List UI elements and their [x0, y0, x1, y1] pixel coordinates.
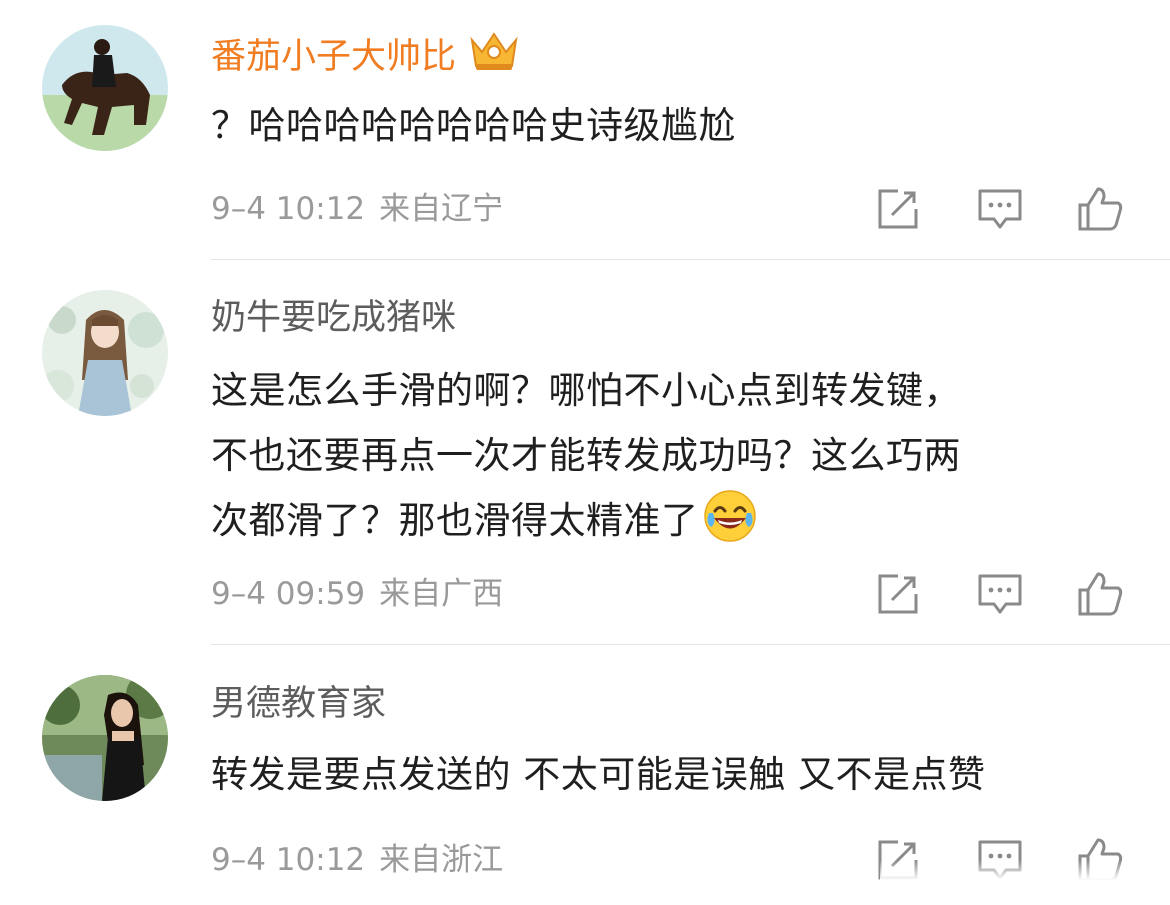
bottom-fade [880, 860, 1170, 905]
laughing-crying-emoji-icon [703, 489, 757, 563]
username-text[interactable]: 番茄小子大帅比 [211, 37, 456, 77]
repost-icon[interactable] [874, 570, 922, 618]
comment-icon[interactable] [976, 570, 1024, 618]
comment-text-line-content: 次都滑了？那也滑得太精准了 [211, 499, 699, 542]
divider [211, 644, 1170, 645]
comment-text: ？哈哈哈哈哈哈哈哈史诗级尴尬 [211, 104, 736, 147]
username[interactable]: 番茄小子大帅比 [211, 30, 520, 83]
comment-text-line: 次都滑了？那也滑得太精准了 [211, 488, 1141, 563]
action-bar [0, 570, 1170, 618]
like-icon[interactable] [1076, 185, 1124, 233]
vip-crown-icon [468, 30, 520, 83]
comment-text-line: 不也还要再点一次才能转发成功吗？这么巧两 [211, 434, 961, 477]
comment-text: 转发是要点发送的 不太可能是误触 又不是点赞 [211, 753, 986, 796]
username[interactable]: 奶牛要吃成猪咪 [211, 296, 456, 340]
repost-icon[interactable] [874, 185, 922, 233]
username[interactable]: 男德教育家 [211, 682, 386, 726]
avatar[interactable] [42, 290, 168, 416]
comment-icon[interactable] [976, 185, 1024, 233]
like-icon[interactable] [1076, 570, 1124, 618]
divider [211, 259, 1170, 260]
comment-text: 这是怎么手滑的啊？哪怕不小心点到转发键， 不也还要再点一次才能转发成功吗？这么巧… [211, 358, 1141, 563]
action-bar [0, 185, 1170, 233]
avatar[interactable] [42, 675, 168, 801]
avatar[interactable] [42, 25, 168, 151]
comment-text-line: 这是怎么手滑的啊？哪怕不小心点到转发键， [211, 369, 961, 412]
